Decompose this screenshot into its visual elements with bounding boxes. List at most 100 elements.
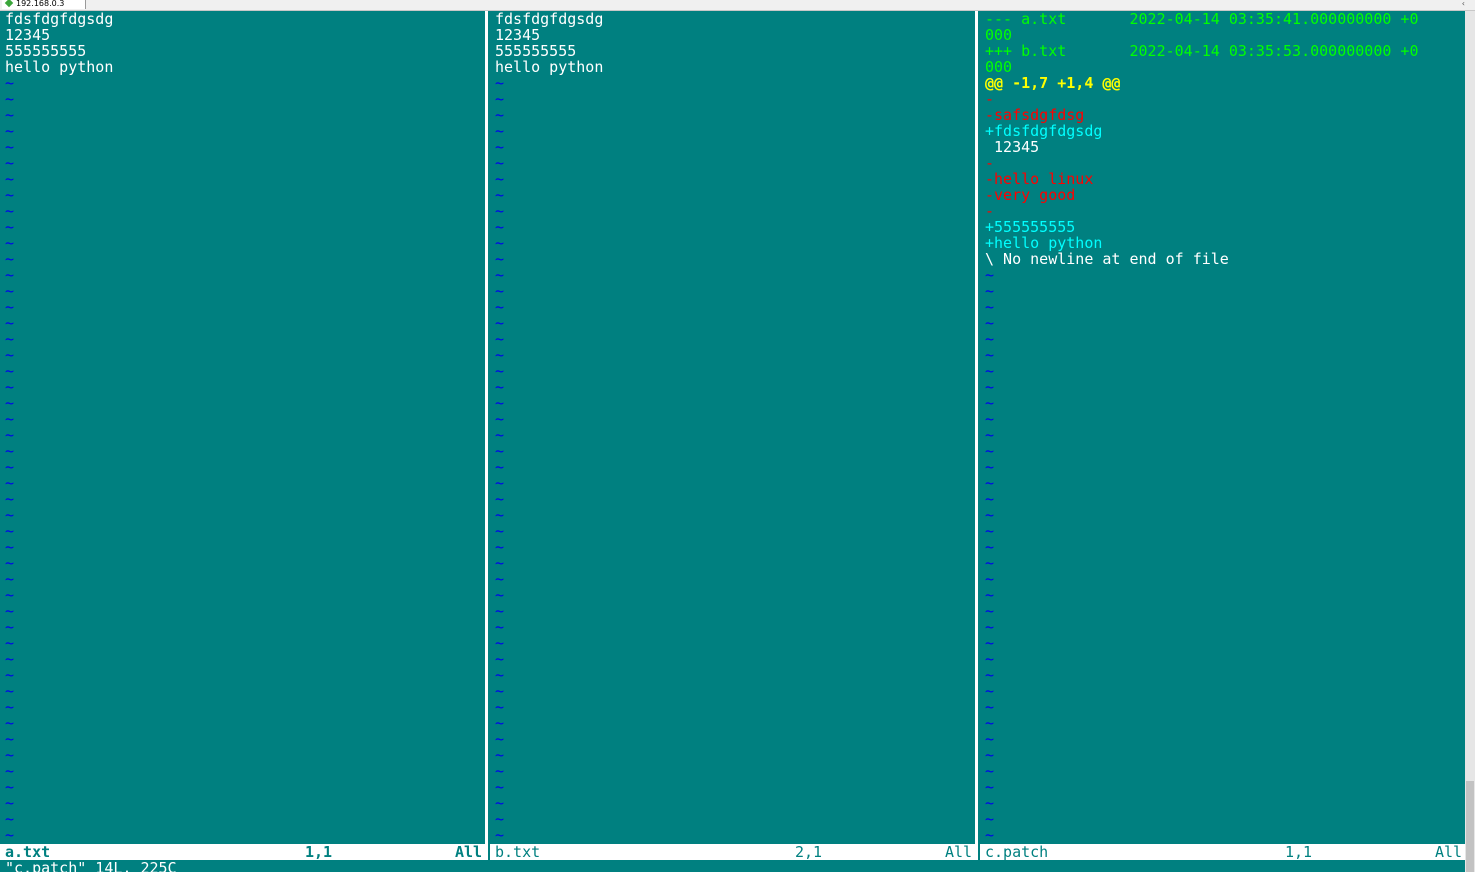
scrollbar-thumb[interactable]	[1466, 781, 1474, 872]
empty-line-tilde: ~	[985, 746, 995, 764]
session-tab-label: 192.168.0.3	[16, 0, 65, 8]
buffer-line: -safsdgfdsg	[985, 106, 1085, 124]
empty-line-tilde: ~	[985, 634, 995, 652]
empty-line-tilde: ~	[5, 314, 15, 332]
empty-line-tilde: ~	[5, 202, 15, 220]
empty-line-tilde: ~	[5, 602, 15, 620]
buffer-content-b: fdsfdgfdgsdg 12345 555555555 hello python ~ ~…	[490, 11, 975, 843]
empty-line-tilde: ~	[5, 170, 15, 188]
empty-line-tilde: ~	[5, 138, 15, 156]
vim-window-a[interactable]: fdsfdgfdgsdg 12345 555555555 hello python ~ ~…	[0, 11, 485, 844]
empty-line-tilde: ~	[495, 474, 505, 492]
empty-line-tilde: ~	[985, 506, 995, 524]
empty-line-tilde: ~	[5, 410, 15, 428]
empty-line-tilde: ~	[985, 282, 995, 300]
statusline-a: a.txt 1,1 All	[0, 844, 485, 860]
empty-line-tilde: ~	[495, 346, 505, 364]
statusline-cursor-position: 1,1	[305, 844, 333, 860]
command-line[interactable]: "c.patch" 14L, 225C	[0, 860, 1475, 872]
empty-line-tilde: ~	[5, 650, 15, 668]
buffer-line: 12345	[985, 138, 1040, 156]
vim-window-c[interactable]: --- a.txt 2022-04-14 03:35:41.000000000 …	[980, 11, 1465, 844]
empty-line-tilde: ~	[495, 298, 505, 316]
empty-line-tilde: ~	[495, 714, 505, 732]
empty-line-tilde: ~	[985, 458, 995, 476]
empty-line-tilde: ~	[495, 234, 505, 252]
tab-scroll-left-icon[interactable]: ‹	[1462, 0, 1465, 8]
empty-line-tilde: ~	[495, 554, 505, 572]
buffer-line: hello python	[5, 58, 114, 76]
empty-line-tilde: ~	[495, 186, 505, 204]
empty-line-tilde: ~	[495, 778, 505, 796]
empty-line-tilde: ~	[5, 186, 15, 204]
empty-line-tilde: ~	[495, 682, 505, 700]
empty-line-tilde: ~	[5, 618, 15, 636]
empty-line-tilde: ~	[985, 442, 995, 460]
connection-icon	[4, 0, 14, 8]
empty-line-tilde: ~	[495, 154, 505, 172]
empty-line-tilde: ~	[985, 346, 995, 364]
empty-line-tilde: ~	[495, 522, 505, 540]
empty-line-tilde: ~	[495, 330, 505, 348]
empty-line-tilde: ~	[5, 298, 15, 316]
empty-line-tilde: ~	[495, 826, 505, 844]
buffer-line: +555555555	[985, 218, 1076, 236]
empty-line-tilde: ~	[495, 362, 505, 380]
empty-line-tilde: ~	[985, 778, 995, 796]
empty-line-tilde: ~	[495, 410, 505, 428]
empty-line-tilde: ~	[495, 138, 505, 156]
empty-line-tilde: ~	[5, 442, 15, 460]
empty-line-tilde: ~	[495, 698, 505, 716]
empty-line-tilde: ~	[495, 602, 505, 620]
empty-line-tilde: ~	[5, 218, 15, 236]
buffer-line: fdsfdgfdgsdg	[495, 11, 604, 28]
empty-line-tilde: ~	[5, 506, 15, 524]
buffer-line: -	[985, 90, 995, 108]
buffer-line: --- a.txt 2022-04-14 03:35:41.000000000 …	[985, 11, 1419, 28]
empty-line-tilde: ~	[985, 810, 995, 828]
statusline-filename: b.txt	[495, 844, 541, 860]
empty-line-tilde: ~	[5, 106, 15, 124]
empty-line-tilde: ~	[5, 282, 15, 300]
empty-line-tilde: ~	[985, 826, 995, 844]
terminal-scrollbar[interactable]	[1465, 11, 1475, 872]
empty-line-tilde: ~	[5, 346, 15, 364]
buffer-line: \ No newline at end of file	[985, 250, 1229, 268]
empty-line-tilde: ~	[5, 570, 15, 588]
buffer-line: hello python	[495, 58, 604, 76]
buffer-line: 000	[985, 26, 1013, 44]
empty-line-tilde: ~	[985, 762, 995, 780]
empty-line-tilde: ~	[5, 826, 15, 844]
empty-line-tilde: ~	[495, 746, 505, 764]
terminal-screen[interactable]: fdsfdgfdgsdg 12345 555555555 hello python ~ ~…	[0, 11, 1475, 872]
empty-line-tilde: ~	[5, 714, 15, 732]
empty-line-tilde: ~	[5, 90, 15, 108]
buffer-line: 555555555	[5, 42, 87, 60]
empty-line-tilde: ~	[985, 266, 995, 284]
empty-line-tilde: ~	[495, 394, 505, 412]
statusline-scroll-indicator: All	[455, 844, 483, 860]
empty-line-tilde: ~	[5, 362, 15, 380]
empty-line-tilde: ~	[495, 586, 505, 604]
empty-line-tilde: ~	[5, 666, 15, 684]
empty-line-tilde: ~	[5, 378, 15, 396]
empty-line-tilde: ~	[495, 250, 505, 268]
empty-line-tilde: ~	[5, 426, 15, 444]
empty-line-tilde: ~	[5, 330, 15, 348]
empty-line-tilde: ~	[5, 698, 15, 716]
empty-line-tilde: ~	[5, 634, 15, 652]
empty-line-tilde: ~	[985, 602, 995, 620]
buffer-line: -	[985, 154, 995, 172]
empty-line-tilde: ~	[5, 458, 15, 476]
empty-line-tilde: ~	[495, 458, 505, 476]
empty-line-tilde: ~	[495, 810, 505, 828]
empty-line-tilde: ~	[495, 314, 505, 332]
empty-line-tilde: ~	[985, 714, 995, 732]
statusline-filename: a.txt	[5, 844, 51, 860]
empty-line-tilde: ~	[5, 810, 15, 828]
vim-window-b[interactable]: fdsfdgfdgsdg 12345 555555555 hello python ~ ~…	[490, 11, 975, 844]
session-tab[interactable]: 192.168.0.3	[2, 0, 86, 9]
empty-line-tilde: ~	[5, 778, 15, 796]
empty-line-tilde: ~	[5, 682, 15, 700]
empty-line-tilde: ~	[5, 490, 15, 508]
